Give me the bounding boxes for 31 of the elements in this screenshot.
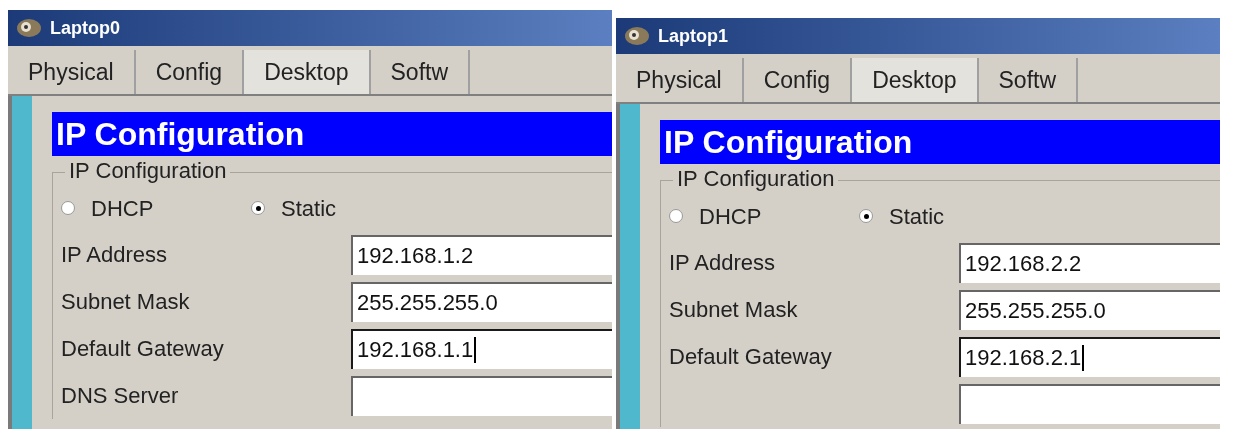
input-field[interactable]: 192.168.1.1 [351, 328, 612, 369]
input-field[interactable]: 192.168.2.2 [959, 242, 1220, 283]
section-heading: IP Configuration [660, 120, 1220, 164]
input-field[interactable]: 192.168.1.2 [351, 234, 612, 275]
radio-label: Static [281, 194, 337, 223]
text-cursor [474, 336, 477, 363]
text-cursor [1082, 344, 1085, 371]
field-label: Subnet Mask [61, 289, 190, 314]
window-title: Laptop0 [50, 16, 120, 40]
input-field[interactable] [959, 383, 1220, 424]
field-label: DNS Server [61, 383, 179, 408]
radio-button[interactable] [251, 201, 265, 215]
radio-button[interactable] [669, 209, 683, 223]
radio-label: Static [889, 202, 945, 231]
radio-label: DHCP [699, 202, 762, 231]
input-field[interactable]: 255.255.255.0 [351, 281, 612, 322]
tab[interactable]: Desktop [244, 50, 371, 94]
radio-button[interactable] [61, 201, 75, 215]
window-title: Laptop1 [658, 24, 728, 48]
input-field[interactable] [351, 375, 612, 416]
section-heading: IP Configuration [52, 112, 612, 156]
radio-label: DHCP [91, 194, 154, 223]
field-label: IP Address [61, 242, 167, 267]
field-label: Subnet Mask [669, 297, 798, 322]
field-label: IP Address [669, 250, 775, 275]
field-label: Default Gateway [61, 336, 224, 361]
input-field[interactable]: 255.255.255.0 [959, 289, 1220, 330]
input-field[interactable]: 192.168.2.1 [959, 336, 1220, 377]
field-label: Default Gateway [669, 344, 832, 369]
radio-button[interactable] [859, 209, 873, 223]
tab[interactable]: Desktop [852, 58, 979, 102]
